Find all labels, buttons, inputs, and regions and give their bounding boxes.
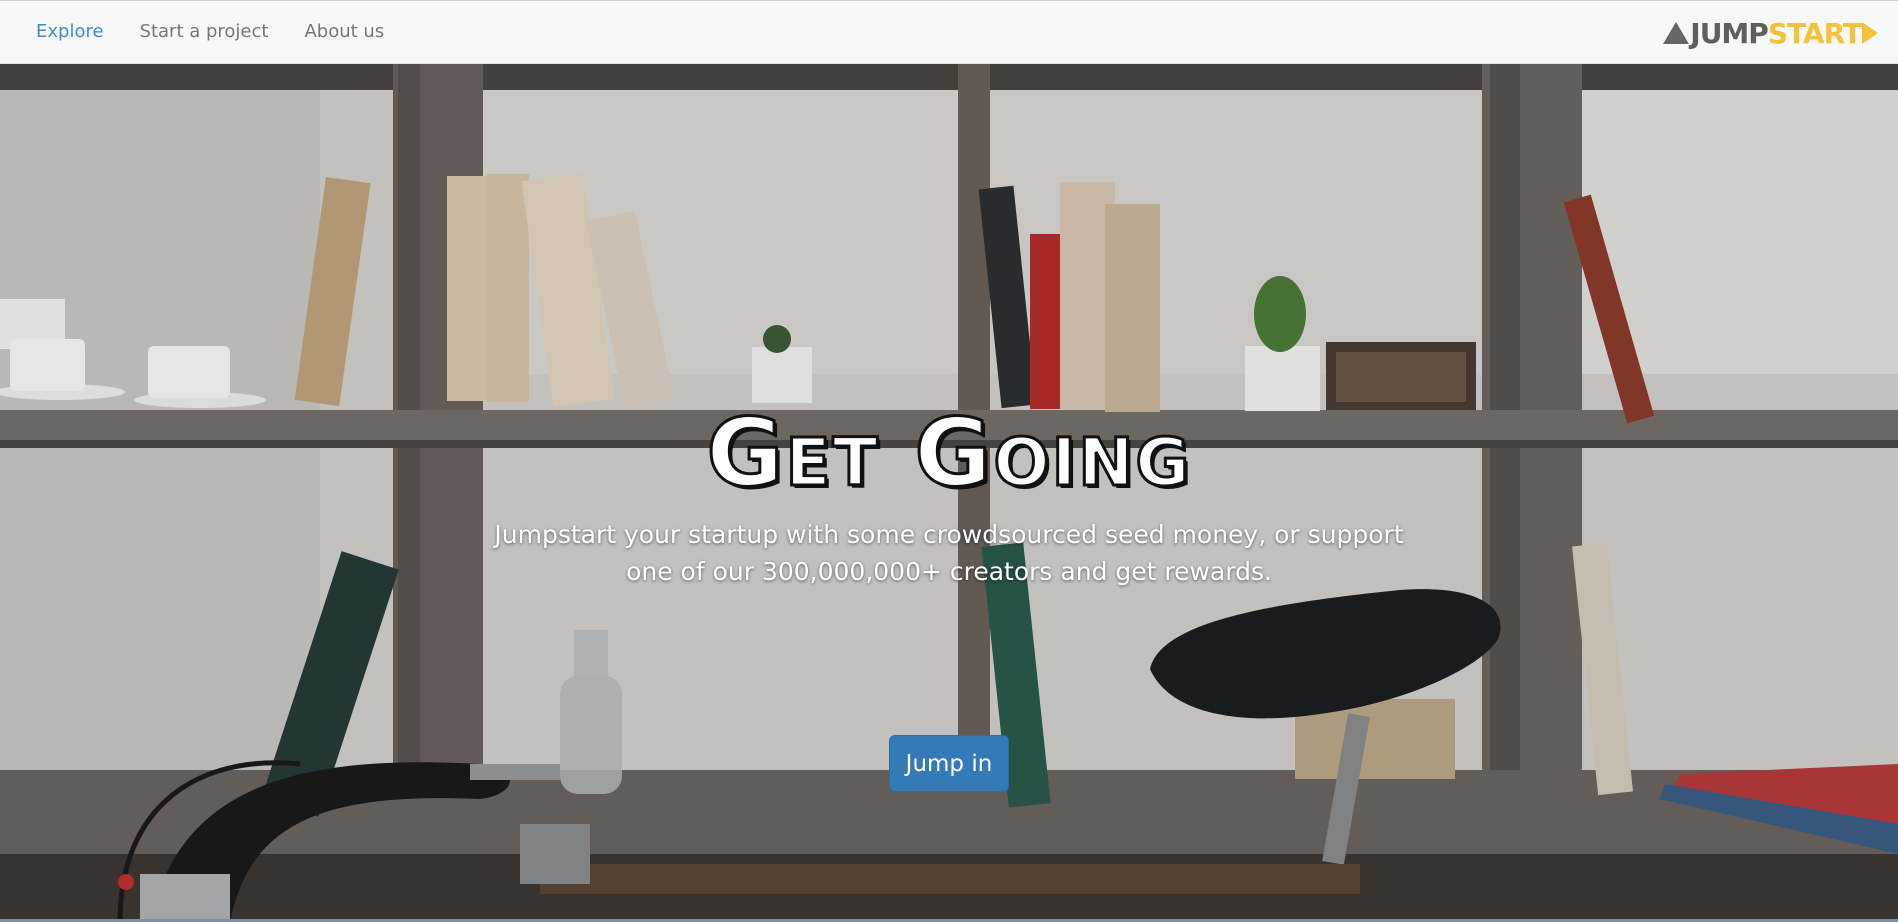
brand-logo-part2: START — [1767, 16, 1862, 50]
brand-logo[interactable]: JUMP START — [1663, 16, 1878, 50]
nav-item-explore[interactable]: Explore — [0, 1, 122, 65]
hero-subtitle-line2: one of our 300,000,000+ creators and get… — [626, 557, 1272, 586]
jump-in-button[interactable]: Jump in — [889, 735, 1009, 792]
hero-subtitle-line1: Jumpstart your startup with some crowdso… — [494, 520, 1404, 549]
hero-section: Get Going Jumpstart your startup with so… — [0, 64, 1898, 922]
nav-item-start-project[interactable]: Start a project — [122, 1, 287, 65]
hero-subtitle: Jumpstart your startup with some crowdso… — [0, 516, 1898, 590]
triangle-icon — [1663, 22, 1690, 44]
top-navbar: Explore Start a project About us JUMP ST… — [0, 0, 1898, 64]
nav-item-about-us[interactable]: About us — [286, 1, 402, 65]
brand-logo-part1: JUMP — [1690, 16, 1769, 50]
hero-title: Get Going — [705, 398, 1192, 510]
play-arrow-icon — [1862, 22, 1878, 44]
nav-links: Explore Start a project About us — [0, 1, 402, 65]
